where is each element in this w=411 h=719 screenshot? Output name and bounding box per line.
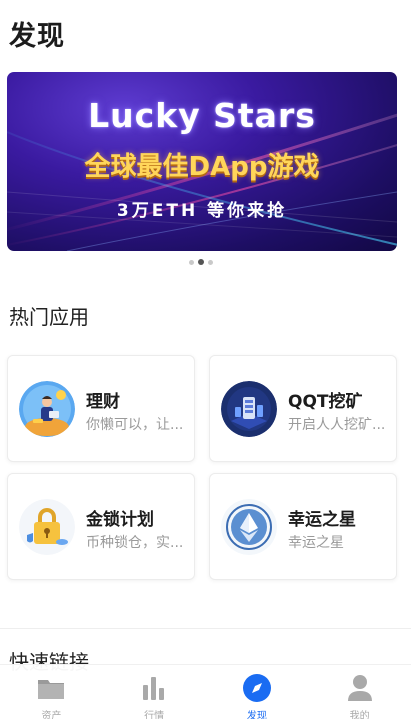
carousel-dot[interactable] [189,259,194,265]
tab-label: 我的 [349,711,370,719]
app-name: 幸运之星 [288,510,356,530]
app-card-lucky-star[interactable]: 幸运之星 幸运之星 [209,473,397,580]
section-divider [0,628,411,629]
bar-chart-icon [143,677,165,700]
app-card-licai[interactable]: 理财 你懒可以，让... [7,355,195,462]
app-card-gold-lock[interactable]: 金锁计划 币种锁仓，实... [7,473,195,580]
gold-lock-icon [19,499,75,555]
page-title: 发现 [9,21,65,52]
compass-icon [242,674,271,702]
wallet-folder-icon [38,680,65,699]
tab-label: 行情 [144,711,165,719]
banner-caption: 3万ETH 等你来抢 [116,201,288,221]
carousel-dot[interactable] [208,259,213,265]
banner-subtitle: 全球最佳DApp游戏 [84,152,320,182]
app-name: 理财 [86,392,120,412]
tab-label: 发现 [246,711,267,719]
tab-me[interactable]: 我的 [308,665,411,719]
tab-assets[interactable]: 资产 [0,665,103,719]
tab-market[interactable]: 行情 [103,665,206,719]
tab-discover[interactable]: 发现 [206,665,309,719]
carousel-dot-active[interactable] [198,259,204,265]
ethereum-icon [221,499,277,555]
promo-banner[interactable]: Lucky Stars 全球最佳DApp游戏 3万ETH 等你来抢 [7,72,397,251]
tab-label: 资产 [41,711,62,719]
profile-icon [347,675,372,701]
finance-person-icon [19,381,75,437]
section-title-hot-apps: 热门应用 [9,305,89,329]
app-description: 你懒可以，让... [86,417,184,433]
app-card-qqt-mining[interactable]: QQT挖矿 开启人人挖矿... [209,355,397,462]
app-description: 开启人人挖矿... [288,417,386,433]
banner-title: Lucky Stars [88,96,316,135]
app-name: 金锁计划 [86,510,154,530]
app-description: 幸运之星 [288,535,344,551]
carousel-indicator [189,259,213,265]
bottom-tab-bar: 资产 行情 发现 我的 [0,664,411,719]
app-name: QQT挖矿 [288,392,363,412]
mining-icon [221,381,277,437]
app-description: 币种锁仓，实... [86,535,184,551]
